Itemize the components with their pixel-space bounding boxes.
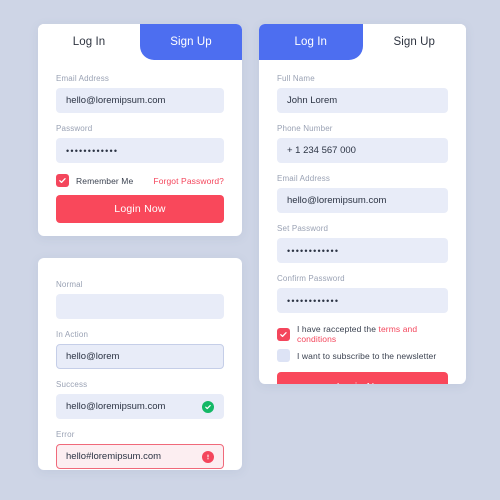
password-value: •••••••••••• <box>66 145 119 156</box>
field-set-password: Set Password •••••••••••• <box>277 224 448 263</box>
set-password-label: Set Password <box>277 224 329 233</box>
terms-checkbox[interactable] <box>277 327 290 341</box>
field-in-action: In Action hello@lorem <box>56 330 224 369</box>
signup-tab-log-in-label: Log In <box>294 36 328 48</box>
confirm-password-value: •••••••••••• <box>287 295 340 306</box>
terms-row: I have raccepted the terms and condition… <box>277 324 448 344</box>
check-icon <box>59 178 66 184</box>
field-error: Error hello#loremipsum.com Wrong email <box>56 430 224 470</box>
newsletter-row: I want to subscribe to the newsletter <box>277 349 448 362</box>
in-action-value: hello@lorem <box>66 351 120 362</box>
full-name-value: John Lorem <box>287 95 338 106</box>
signup-email-value: hello@loremipsum.com <box>287 195 387 206</box>
login-now-button[interactable]: Login Now <box>56 195 224 223</box>
field-confirm-password: Confirm Password •••••••••••• <box>277 274 448 313</box>
phone-number-label: Phone Number <box>277 124 333 133</box>
newsletter-label: I want to subscribe to the newsletter <box>297 350 437 361</box>
signup-tab-sign-up-label: Sign Up <box>393 36 436 48</box>
confirm-password-input[interactable]: •••••••••••• <box>277 288 448 313</box>
login-form: Email Address hello@loremipsum.com Passw… <box>38 60 242 236</box>
tab-sign-up-label: Sign Up <box>170 36 212 48</box>
field-phone-number: Phone Number + 1 234 567 000 <box>277 124 448 163</box>
remember-forgot-row: Remember Me Forgot Password? <box>56 174 224 187</box>
terms-label: I have raccepted the terms and condition… <box>297 324 448 344</box>
terms-checkbox-wrap[interactable]: I have raccepted the terms and condition… <box>277 324 448 344</box>
success-label: Success <box>56 380 88 389</box>
field-password: Password •••••••••••• <box>56 124 224 163</box>
set-password-input[interactable]: •••••••••••• <box>277 238 448 263</box>
full-name-label: Full Name <box>277 74 315 83</box>
tab-sign-up[interactable]: Sign Up <box>140 24 242 60</box>
remember-me-checkbox-wrap[interactable]: Remember Me <box>56 174 133 187</box>
set-password-value: •••••••••••• <box>287 245 340 256</box>
signup-card: Log In Sign Up Full Name John Lorem Phon… <box>259 24 466 384</box>
normal-label: Normal <box>56 280 83 289</box>
signup-email-input[interactable]: hello@loremipsum.com <box>277 188 448 213</box>
forgot-password-link[interactable]: Forgot Password? <box>153 176 224 186</box>
field-full-name: Full Name John Lorem <box>277 74 448 113</box>
email-address-input[interactable]: hello@loremipsum.com <box>56 88 224 113</box>
login-card: Log In Sign Up Email Address hello@lorem… <box>38 24 242 236</box>
field-email-address: Email Address hello@loremipsum.com <box>56 74 224 113</box>
confirm-password-label: Confirm Password <box>277 274 345 283</box>
success-value: hello@loremipsum.com <box>66 401 166 412</box>
password-input[interactable]: •••••••••••• <box>56 138 224 163</box>
signup-login-now-button[interactable]: Login Now <box>277 372 448 384</box>
input-states-card: Normal In Action hello@lorem Success hel… <box>38 258 242 470</box>
login-card-tabs: Log In Sign Up <box>38 24 242 60</box>
field-success: Success hello@loremipsum.com <box>56 380 224 419</box>
check-circle-icon <box>202 400 214 413</box>
email-address-value: hello@loremipsum.com <box>66 95 166 106</box>
exclamation-circle-icon <box>202 450 214 463</box>
in-action-input[interactable]: hello@lorem <box>56 344 224 369</box>
input-states-form: Normal In Action hello@lorem Success hel… <box>38 258 242 470</box>
check-icon <box>280 331 287 337</box>
normal-input[interactable] <box>56 294 224 319</box>
phone-number-input[interactable]: + 1 234 567 000 <box>277 138 448 163</box>
signup-form: Full Name John Lorem Phone Number + 1 23… <box>259 60 466 384</box>
in-action-label: In Action <box>56 330 89 339</box>
full-name-input[interactable]: John Lorem <box>277 88 448 113</box>
tab-log-in[interactable]: Log In <box>38 24 140 60</box>
error-label: Error <box>56 430 75 439</box>
signup-email-label: Email Address <box>277 174 331 183</box>
email-address-label: Email Address <box>56 74 110 83</box>
signup-tab-sign-up[interactable]: Sign Up <box>362 24 466 60</box>
terms-text: I have raccepted the <box>297 324 379 334</box>
error-input[interactable]: hello#loremipsum.com <box>56 444 224 469</box>
password-label: Password <box>56 124 93 133</box>
phone-number-value: + 1 234 567 000 <box>287 145 356 156</box>
tab-log-in-label: Log In <box>72 36 106 48</box>
field-normal: Normal <box>56 280 224 319</box>
newsletter-checkbox[interactable] <box>277 349 290 362</box>
newsletter-checkbox-wrap[interactable]: I want to subscribe to the newsletter <box>277 349 436 362</box>
remember-me-label: Remember Me <box>76 175 134 186</box>
signup-tab-log-in[interactable]: Log In <box>259 24 363 60</box>
field-signup-email: Email Address hello@loremipsum.com <box>277 174 448 213</box>
success-input[interactable]: hello@loremipsum.com <box>56 394 224 419</box>
signup-card-tabs: Log In Sign Up <box>259 24 466 60</box>
remember-me-checkbox[interactable] <box>56 174 69 187</box>
error-value: hello#loremipsum.com <box>66 451 162 462</box>
